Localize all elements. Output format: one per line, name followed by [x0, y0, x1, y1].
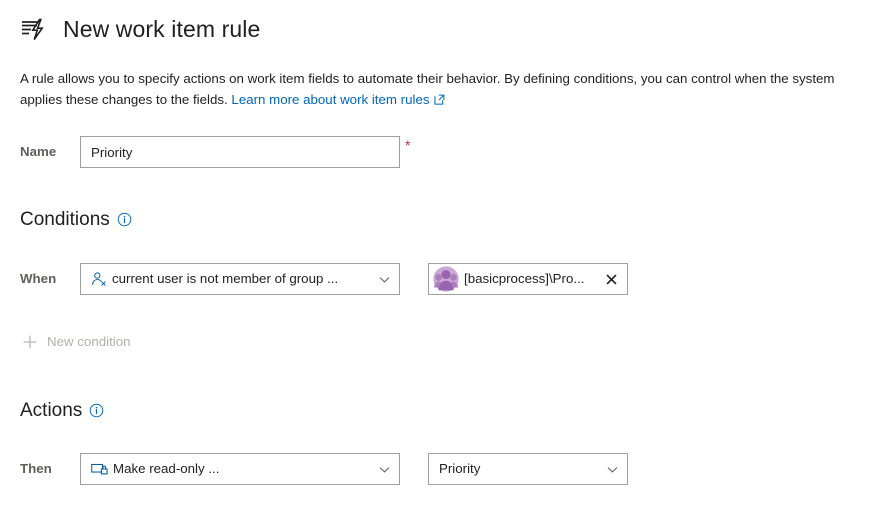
- when-row: When current user is not member of group…: [20, 263, 628, 295]
- actions-heading-label: Actions: [20, 401, 82, 420]
- field-readonly-lock-icon: [91, 461, 108, 477]
- chevron-down-icon: [378, 273, 391, 286]
- then-label: Then: [20, 462, 80, 475]
- info-circle-icon[interactable]: [89, 403, 104, 418]
- name-label: Name: [20, 145, 80, 158]
- when-label: When: [20, 272, 80, 285]
- action-field-dropdown[interactable]: Priority: [428, 453, 628, 485]
- identity-chip-label: [basicprocess]\Pro...: [464, 272, 598, 285]
- action-type-value: Make read-only ...: [113, 462, 372, 475]
- learn-more-link-label: Learn more about work item rules: [231, 92, 429, 107]
- name-row: Name *: [20, 136, 410, 168]
- group-avatar-icon: [433, 266, 459, 292]
- conditions-heading: Conditions: [20, 210, 132, 229]
- condition-type-value: current user is not member of group ...: [112, 272, 372, 285]
- action-type-dropdown[interactable]: Make read-only ...: [80, 453, 400, 485]
- rule-lightning-icon: [20, 14, 50, 44]
- chevron-down-icon: [606, 463, 619, 476]
- condition-type-dropdown[interactable]: current user is not member of group ...: [80, 263, 400, 295]
- required-asterisk: *: [405, 138, 410, 152]
- external-link-icon: [434, 90, 445, 111]
- new-work-item-rule-page: New work item rule A rule allows you to …: [0, 0, 869, 513]
- page-description: A rule allows you to specify actions on …: [20, 68, 850, 111]
- conditions-heading-label: Conditions: [20, 210, 110, 229]
- chevron-down-icon: [378, 463, 391, 476]
- condition-value-identity-chip[interactable]: [basicprocess]\Pro...: [428, 263, 628, 295]
- learn-more-link[interactable]: Learn more about work item rules: [231, 92, 429, 107]
- new-condition-button[interactable]: New condition: [22, 328, 131, 356]
- actions-heading: Actions: [20, 401, 104, 420]
- then-row: Then Make read-only ... Priority: [20, 453, 628, 485]
- name-input[interactable]: [80, 136, 400, 168]
- info-circle-icon[interactable]: [117, 212, 132, 227]
- new-condition-label: New condition: [47, 335, 131, 348]
- page-title: New work item rule: [63, 18, 260, 41]
- close-icon[interactable]: [602, 270, 620, 288]
- page-header: New work item rule: [20, 14, 260, 44]
- action-field-value: Priority: [439, 462, 600, 475]
- plus-icon: [22, 334, 38, 350]
- user-remove-icon: [91, 271, 107, 287]
